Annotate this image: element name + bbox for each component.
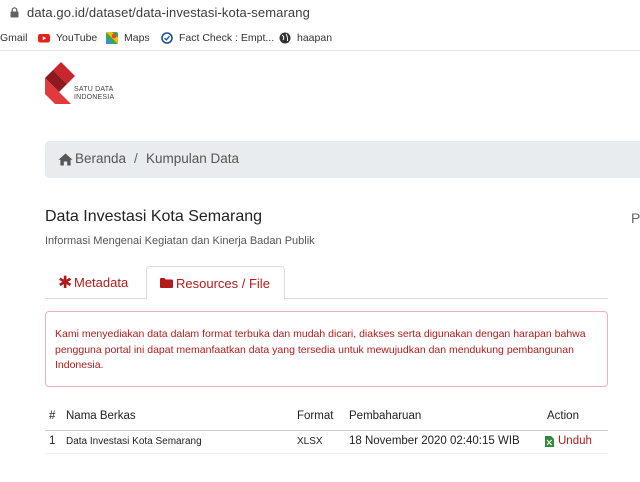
breadcrumb-separator: /	[134, 151, 138, 166]
header-updated: Pembaharuan	[349, 410, 422, 422]
logo-text: SATU DATA INDONESIA	[74, 86, 114, 102]
fact-check-icon	[161, 32, 173, 44]
page-title: Data Investasi Kota Semarang	[45, 208, 263, 225]
page-subtitle: Informasi Mengenai Kegiatan dan Kinerja …	[45, 235, 315, 247]
header-action: Action	[547, 410, 579, 422]
cell-format: XLSX	[297, 436, 323, 447]
excel-file-icon	[545, 436, 554, 447]
bookmarks-bar: Gmail YouTube Maps Fact Check : Empt... …	[0, 26, 640, 51]
url-text[interactable]: data.go.id/dataset/data-investasi-kota-s…	[27, 5, 310, 20]
logo-line-2: INDONESIA	[74, 94, 115, 101]
home-icon	[58, 153, 73, 166]
globe-icon	[279, 32, 291, 44]
breadcrumb: Beranda / Kumpulan Data	[45, 141, 640, 178]
breadcrumb-current[interactable]: Kumpulan Data	[146, 151, 239, 166]
logo-mark-icon	[45, 62, 75, 104]
right-panel-fragment: P	[631, 210, 640, 226]
breadcrumb-home-link[interactable]: Beranda	[75, 151, 126, 166]
maps-icon	[106, 32, 118, 44]
address-bar[interactable]: data.go.id/dataset/data-investasi-kota-s…	[0, 0, 640, 26]
cell-name: Data Investasi Kota Semarang	[66, 436, 202, 447]
cell-number: 1	[49, 435, 56, 447]
dataset-tabs: ✱ Metadata Resources / File	[45, 266, 608, 300]
alert-text: Kami menyediakan data dalam format terbu…	[55, 328, 586, 371]
folder-icon	[160, 278, 173, 288]
asterisk-icon: ✱	[58, 273, 73, 292]
tab-label: Metadata	[74, 275, 129, 290]
table-row: 1 Data Investasi Kota Semarang XLSX 18 N…	[45, 432, 608, 454]
tab-metadata[interactable]: ✱ Metadata	[45, 266, 145, 299]
bookmark-label: Maps	[124, 32, 150, 44]
lock-icon	[10, 7, 19, 18]
youtube-icon	[38, 34, 50, 43]
info-alert: Kami menyediakan data dalam format terbu…	[45, 311, 608, 387]
table-header: # Nama Berkas Format Pembaharuan Action	[45, 406, 608, 431]
cell-updated: 18 November 2020 02:40:15 WIB	[349, 435, 520, 447]
bookmark-label: Fact Check : Empt...	[179, 32, 275, 44]
tab-label: Resources / File	[176, 276, 270, 291]
bookmark-label: YouTube	[56, 32, 98, 44]
header-name: Nama Berkas	[66, 410, 136, 422]
header-format: Format	[297, 410, 334, 422]
bookmark-label: haapan	[297, 32, 333, 44]
download-label: Unduh	[558, 435, 592, 447]
satu-data-logo[interactable]: SATU DATA INDONESIA	[45, 62, 125, 106]
tab-resources[interactable]: Resources / File	[146, 266, 285, 300]
bookmark-label: Gmail	[0, 32, 28, 44]
header-number: #	[49, 410, 56, 422]
logo-line-1: SATU DATA	[74, 86, 114, 93]
